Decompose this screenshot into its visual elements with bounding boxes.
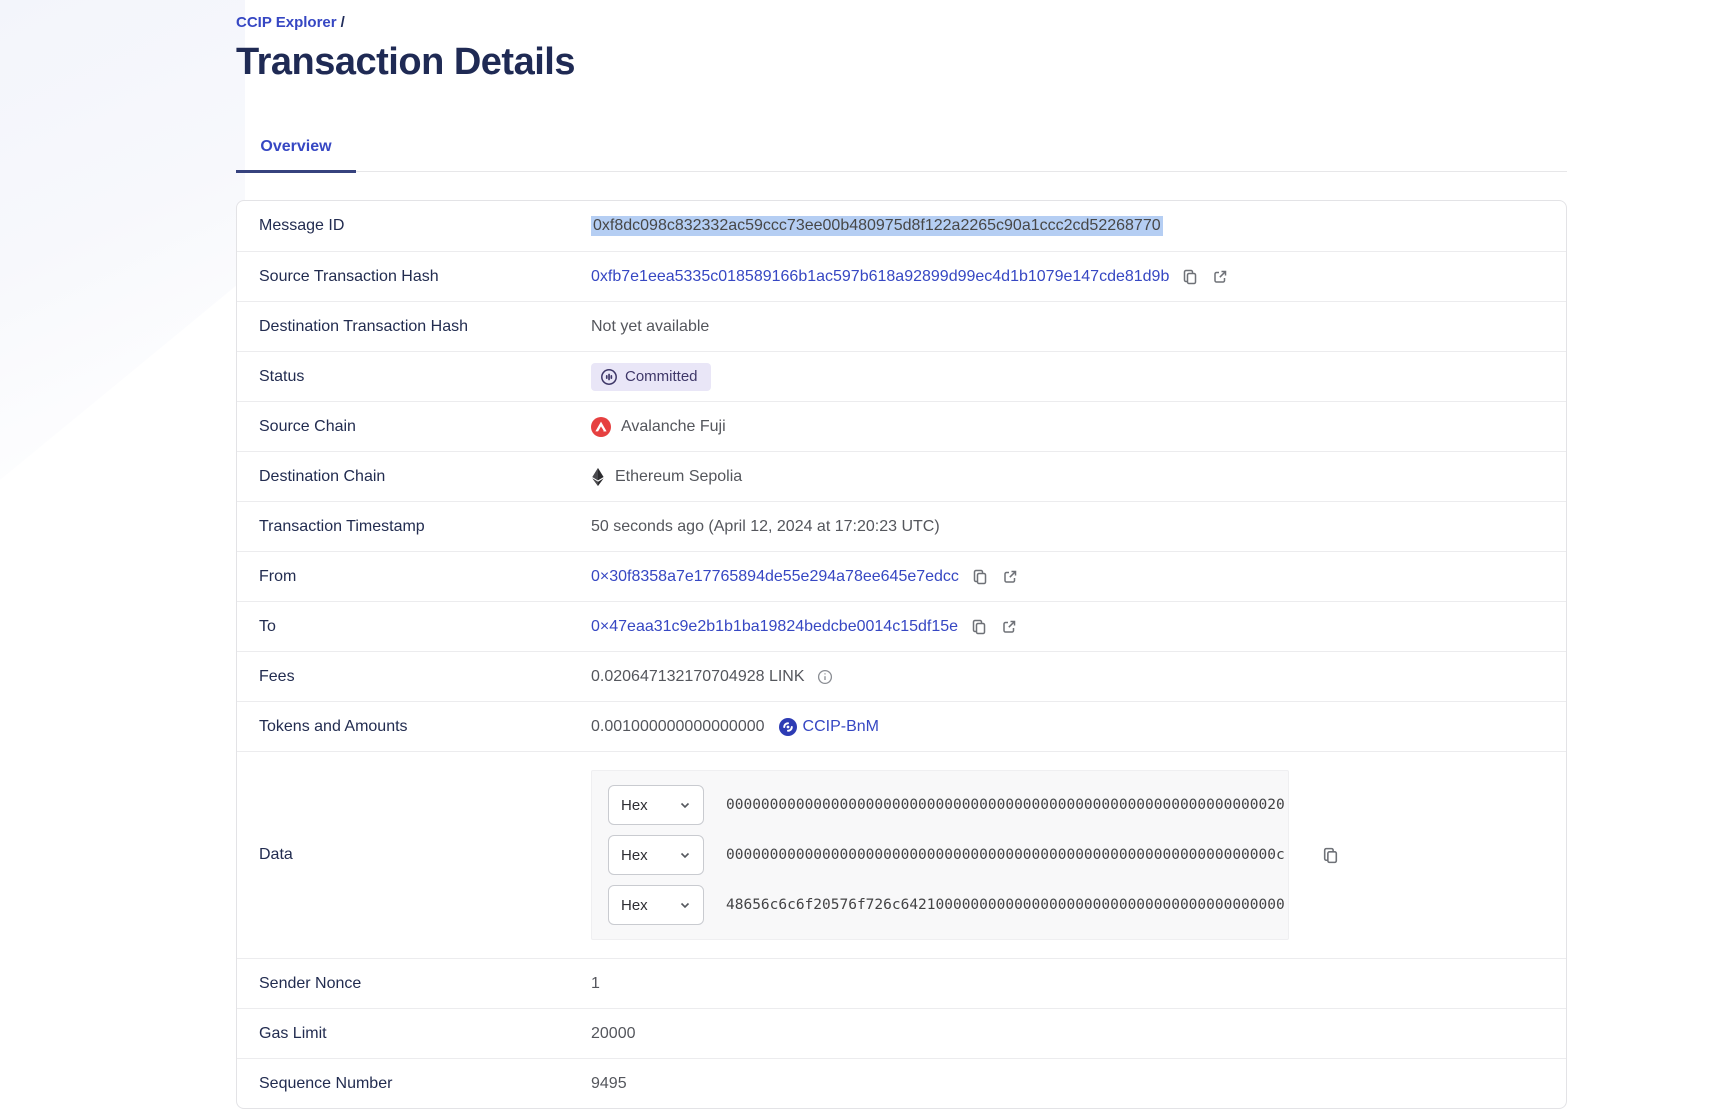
fees-label: Fees [237, 668, 591, 686]
chevron-down-icon [679, 849, 691, 861]
row-gas-limit: Gas Limit 20000 [237, 1008, 1566, 1058]
row-fees: Fees 0.020647132170704928 LINK [237, 651, 1566, 701]
breadcrumb-separator: / [341, 14, 345, 31]
source-transaction-hash-label: Source Transaction Hash [237, 268, 591, 286]
sender-nonce-label: Sender Nonce [237, 975, 591, 993]
hex-line: Hex 000000000000000000000000000000000000… [608, 835, 1272, 875]
row-data: Data Hex 0000000000000000000000000000000… [237, 751, 1566, 958]
row-status: Status Committed [237, 351, 1566, 401]
transaction-details-page: CCIP Explorer/ Transaction Details Overv… [236, 0, 1567, 1109]
row-message-id: Message ID 0xf8dc098c832332ac59ccc73ee00… [237, 201, 1566, 251]
status-label: Status [237, 368, 591, 386]
breadcrumb-ccip-explorer-link[interactable]: CCIP Explorer [236, 14, 337, 31]
row-sequence-number: Sequence Number 9495 [237, 1058, 1566, 1108]
gas-limit-value: 20000 [591, 1025, 636, 1043]
background-gradient [0, 0, 245, 480]
sender-nonce-value: 1 [591, 975, 600, 993]
destination-chain-label: Destination Chain [237, 468, 591, 486]
ethereum-icon [591, 467, 605, 487]
hex-format-select[interactable]: Hex [608, 785, 704, 825]
status-badge-text: Committed [625, 368, 698, 385]
from-label: From [237, 568, 591, 586]
from-address-link[interactable]: 0×30f8358a7e17765894de55e294a78ee645e7ed… [591, 568, 959, 586]
ccip-bnm-token-icon [779, 718, 797, 736]
row-destination-chain: Destination Chain Ethereum Sepolia [237, 451, 1566, 501]
destination-transaction-hash-label: Destination Transaction Hash [237, 318, 591, 336]
source-transaction-hash-link[interactable]: 0xfb7e1eea5335c018589166b1ac597b618a9289… [591, 268, 1169, 286]
row-source-chain: Source Chain Avalanche Fuji [237, 401, 1566, 451]
fees-value: 0.020647132170704928 LINK [591, 668, 805, 686]
source-chain-label: Source Chain [237, 418, 591, 436]
copy-icon[interactable] [1181, 268, 1199, 286]
row-transaction-timestamp: Transaction Timestamp 50 seconds ago (Ap… [237, 501, 1566, 551]
data-hex-panel: Hex 000000000000000000000000000000000000… [591, 770, 1289, 940]
to-label: To [237, 618, 591, 636]
external-link-icon[interactable] [1001, 568, 1019, 586]
to-address-link[interactable]: 0×47eaa31c9e2b1b1ba19824bedcbe0014c15df1… [591, 618, 958, 636]
copy-icon[interactable] [971, 568, 989, 586]
hex-format-select[interactable]: Hex [608, 835, 704, 875]
hex-line: Hex 48656c6c6f20576f726c6421000000000000… [608, 885, 1272, 925]
token-amount-value: 0.001000000000000000 [591, 718, 765, 736]
row-destination-transaction-hash: Destination Transaction Hash Not yet ava… [237, 301, 1566, 351]
row-from: From 0×30f8358a7e17765894de55e294a78ee64… [237, 551, 1566, 601]
source-chain-value: Avalanche Fuji [621, 418, 726, 436]
destination-transaction-hash-value: Not yet available [591, 318, 709, 336]
hex-line: Hex 000000000000000000000000000000000000… [608, 785, 1272, 825]
page-title: Transaction Details [236, 41, 1567, 84]
row-sender-nonce: Sender Nonce 1 [237, 958, 1566, 1008]
hex-select-label: Hex [621, 847, 648, 864]
transaction-timestamp-label: Transaction Timestamp [237, 518, 591, 536]
transaction-timestamp-value: 50 seconds ago (April 12, 2024 at 17:20:… [591, 518, 940, 536]
hex-select-label: Hex [621, 897, 648, 914]
hex-format-select[interactable]: Hex [608, 885, 704, 925]
transaction-details-card: Message ID 0xf8dc098c832332ac59ccc73ee00… [236, 200, 1567, 1109]
tab-strip: Overview [236, 128, 1567, 172]
gas-limit-label: Gas Limit [237, 1025, 591, 1043]
ccip-bnm-token-link[interactable]: CCIP-BnM [803, 718, 879, 736]
external-link-icon[interactable] [1211, 268, 1229, 286]
row-to: To 0×47eaa31c9e2b1b1ba19824bedcbe0014c15… [237, 601, 1566, 651]
message-id-value: 0xf8dc098c832332ac59ccc73ee00b480975d8f1… [591, 216, 1163, 236]
status-badge: Committed [591, 363, 711, 391]
hex-select-label: Hex [621, 797, 648, 814]
chevron-down-icon [679, 899, 691, 911]
message-id-label: Message ID [237, 217, 591, 235]
tab-overview[interactable]: Overview [236, 128, 356, 171]
copy-icon[interactable] [1321, 846, 1340, 865]
chevron-down-icon [679, 799, 691, 811]
external-link-icon[interactable] [1000, 618, 1018, 636]
tokens-and-amounts-label: Tokens and Amounts [237, 718, 591, 736]
hex-data-line: 48656c6c6f20576f726c64210000000000000000… [726, 897, 1285, 913]
breadcrumb: CCIP Explorer/ [236, 14, 1567, 31]
hex-data-line: 0000000000000000000000000000000000000000… [726, 797, 1285, 813]
destination-chain-value: Ethereum Sepolia [615, 468, 742, 486]
sequence-number-label: Sequence Number [237, 1075, 591, 1093]
copy-icon[interactable] [970, 618, 988, 636]
data-label: Data [237, 846, 591, 864]
sequence-number-value: 9495 [591, 1075, 627, 1093]
committed-status-icon [600, 368, 618, 386]
row-tokens-and-amounts: Tokens and Amounts 0.001000000000000000 … [237, 701, 1566, 751]
row-source-transaction-hash: Source Transaction Hash 0xfb7e1eea5335c0… [237, 251, 1566, 301]
info-icon[interactable] [817, 669, 833, 685]
avalanche-icon [591, 417, 611, 437]
hex-data-line: 0000000000000000000000000000000000000000… [726, 847, 1285, 863]
